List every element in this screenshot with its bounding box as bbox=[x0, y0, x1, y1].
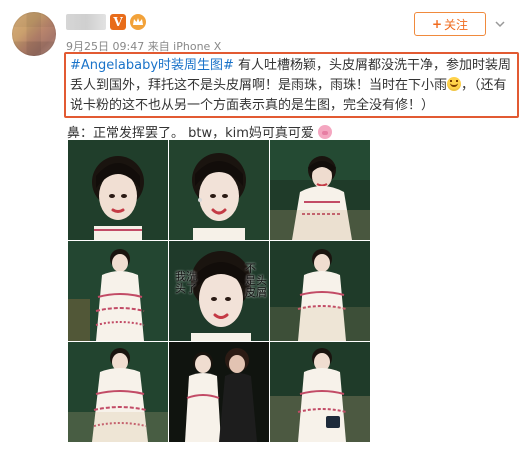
tile5-caption-left: 我洗 头了 bbox=[175, 271, 197, 295]
image-tile-8[interactable] bbox=[169, 342, 269, 442]
tile5-caption-right-line-3: 皮屑 bbox=[245, 286, 267, 299]
pig-emoji-icon bbox=[317, 125, 332, 139]
vip-v-icon: V bbox=[110, 14, 126, 30]
avatar[interactable] bbox=[12, 12, 56, 56]
image-grid: 我洗 头了 不 是头 皮屑 bbox=[68, 140, 370, 442]
follow-plus: + bbox=[431, 17, 443, 31]
tile5-caption-left-line-2: 头了 bbox=[175, 282, 197, 295]
follow-button[interactable]: + 关注 bbox=[414, 12, 486, 36]
post-text: #Angelababy时装周生图# 有人吐槽杨颖，头皮屑都没洗干净，参加时装周丢… bbox=[70, 56, 517, 116]
image-tile-7[interactable] bbox=[68, 342, 168, 442]
hashtag-link[interactable]: #Angelababy时装周生图# bbox=[70, 58, 234, 73]
image-tile-3[interactable] bbox=[270, 140, 370, 240]
image-tile-2[interactable] bbox=[169, 140, 269, 240]
username-blurred[interactable] bbox=[66, 14, 106, 30]
image-tile-6[interactable] bbox=[270, 241, 370, 341]
post-line2-text: 鼻：正常发挥罢了。 btw，kim妈可真可爱 bbox=[67, 126, 314, 141]
tile5-caption-right: 不 是头 皮屑 bbox=[245, 263, 267, 299]
image-tile-5[interactable]: 我洗 头了 不 是头 皮屑 bbox=[169, 241, 269, 341]
post-line2: 鼻：正常发挥罢了。 btw，kim妈可真可爱 bbox=[67, 122, 332, 141]
follow-label: 关注 bbox=[444, 17, 469, 32]
image-tile-4[interactable] bbox=[68, 241, 168, 341]
chevron-down-icon[interactable] bbox=[494, 18, 506, 30]
smile-emoji-icon bbox=[447, 77, 462, 91]
crown-badge-icon bbox=[130, 14, 146, 30]
image-tile-9[interactable] bbox=[270, 342, 370, 442]
image-tile-1[interactable] bbox=[68, 140, 168, 240]
